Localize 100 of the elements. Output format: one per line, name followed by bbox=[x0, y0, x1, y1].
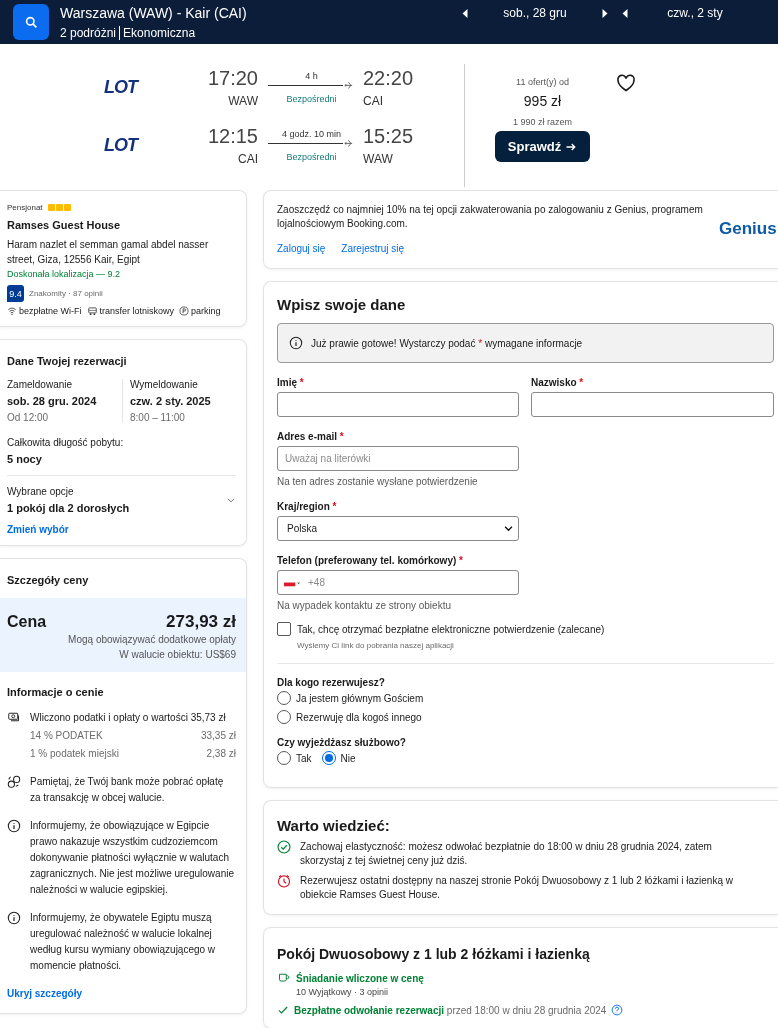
feature-text: Bezpłatne odwołanie rezerwacji przed 18:00 w dniu 28 grudnia 2024 bbox=[294, 1004, 607, 1016]
name-field[interactable] bbox=[531, 392, 774, 417]
section-title: Warto wiedzieć: bbox=[277, 817, 391, 834]
field-label: Imię * bbox=[277, 377, 305, 388]
genius-promo-text: Zaoszczędź co najmniej 10% na tej opcji zakwaterowania po zalogowaniu z Genius, programem lojalnościowym Booking.com. bbox=[277, 203, 704, 231]
question-label: Czy wyjeżdżasz służbowo? bbox=[277, 737, 407, 748]
airline-logo: LOT bbox=[104, 134, 140, 156]
location-rating: Doskonała lokalizacja — 9.2 bbox=[7, 269, 122, 279]
airport-code: CAI bbox=[363, 93, 384, 108]
parking-icon bbox=[179, 306, 190, 316]
help-icon bbox=[611, 1004, 624, 1016]
radio-option[interactable]: Nie bbox=[321, 751, 356, 765]
currency-exchange-icon bbox=[7, 775, 21, 789]
field-label: Adres e-mail * bbox=[277, 431, 345, 442]
amenity-label: bezpłatne Wi-Fi bbox=[19, 306, 82, 316]
field-label: Telefon (preferowany tel. komórkowy) * bbox=[277, 555, 464, 566]
price-label: Cena bbox=[7, 613, 47, 631]
stay-time: 8:00 – 11:00 bbox=[130, 412, 186, 423]
checkbox[interactable] bbox=[277, 622, 291, 636]
radio-option[interactable]: Rezerwuję dla kogoś innego bbox=[277, 710, 778, 724]
section-title: Dane Twojej rezerwacji bbox=[7, 355, 128, 367]
price-info-text: Pamiętaj, że Twój bank może pobrać opłatę za transakcję w obcej walucie. bbox=[30, 775, 225, 805]
review-score: 9.4 bbox=[7, 285, 24, 302]
question-label: Dla kogo rezerwujesz? bbox=[277, 677, 386, 688]
register-link[interactable]: Zarejestruj się bbox=[341, 243, 405, 254]
tax-label: 1 % podatek miejski bbox=[30, 747, 119, 761]
tax-label: 14 % PODATEK bbox=[30, 729, 103, 743]
field-hint: Na wypadek kontaktu ze strony obiektu bbox=[277, 600, 452, 611]
flight-duration: 4 godz. 10 min bbox=[281, 128, 341, 139]
change-selection-link[interactable]: Zmień wybór bbox=[7, 524, 69, 535]
airport-code: WAW bbox=[363, 151, 394, 166]
info-icon bbox=[289, 336, 303, 350]
search-icon bbox=[24, 15, 38, 29]
search-button[interactable] bbox=[13, 4, 49, 40]
name-field[interactable] bbox=[277, 392, 519, 417]
feature-rating: 10 Wyjątkowy · 3 opinii bbox=[296, 987, 389, 997]
total-price: 1 990 zł razem bbox=[513, 117, 572, 127]
info-icon bbox=[7, 819, 21, 833]
plane-icon bbox=[343, 80, 355, 91]
date-label: Wymeldowanie bbox=[130, 379, 199, 390]
field-label: Nazwisko * bbox=[531, 377, 585, 388]
amenity-label: parking bbox=[191, 306, 221, 316]
radio-option[interactable]: Tak bbox=[277, 751, 312, 765]
tax-amount: 2,38 zł bbox=[206, 747, 236, 761]
date-label: sob., 28 gru bbox=[502, 6, 568, 20]
notice-text: Rezerwujesz ostatni dostępny na naszej stronie Pokój Dwuosobowy z 1 lub 2 łóżkami i łazienką w obiekcie Ramses Guest House. bbox=[300, 874, 734, 902]
check-circle-icon bbox=[277, 840, 291, 854]
offers-count: 11 ofert(y) od bbox=[516, 77, 569, 87]
info-icon bbox=[7, 911, 21, 925]
selected-options: 1 pokój dla 2 dorosłych bbox=[7, 502, 130, 514]
cabin-label: Ekonomiczna bbox=[119, 25, 196, 40]
stops-label: Bezpośredni bbox=[286, 151, 337, 162]
email-field[interactable]: Uważaj na literówki bbox=[277, 446, 519, 471]
tax-amount: 33,35 zł bbox=[200, 729, 236, 743]
notice-text: Już prawie gotowe! Wystarczy podać * wymagane informacje bbox=[311, 337, 583, 349]
hide-details-link[interactable]: Ukryj szczegóły bbox=[7, 988, 83, 999]
shuttle-bus-icon bbox=[86, 306, 98, 316]
price-info-text: Wliczono podatki i opłaty o wartości 35,73 zł bbox=[30, 711, 227, 725]
arrival-time: 15:25 bbox=[363, 124, 415, 148]
airline-logo: LOT bbox=[104, 76, 140, 98]
favorite-button[interactable] bbox=[616, 74, 636, 92]
route-title: Warszawa (WAW) - Kair (CAI) bbox=[60, 4, 248, 21]
caret-left-icon bbox=[462, 8, 468, 18]
flight-duration: 4 h bbox=[305, 70, 318, 81]
price-info-text: Informujemy, że obowiązujące w Egipcie prawo nakazuje wszystkim cudzoziemcom dokonywanie płatności wyłącznie w walutach zagranicznych. Nie jest możliwe uregulowanie należności w walucie egipskiej. bbox=[30, 819, 235, 897]
price-info-text: Informujemy, że obywatele Egiptu muszą uregulować należność w walucie lokalnej według kursu wymiany obowiązującego w momencie płatności. bbox=[30, 911, 217, 973]
section-title: Szczegóły ceny bbox=[7, 574, 90, 586]
date-label: czw., 2 sty bbox=[666, 6, 724, 20]
notice-text: Zachowaj elastyczność: możesz odwołać bezpłatnie do 18:00 w dniu 28 grudnia 2024, zatem skorzystaj z tej świetnej ceny już dziś. bbox=[300, 840, 713, 868]
price-note: W walucie obiektu: US$69 bbox=[118, 648, 236, 662]
wifi-icon bbox=[7, 306, 17, 316]
clock-icon bbox=[277, 874, 291, 888]
country-select[interactable]: Polska bbox=[277, 516, 519, 541]
caret-right-icon bbox=[602, 8, 608, 18]
genius-logo: Genius bbox=[719, 218, 777, 239]
hotel-name: Ramses Guest House bbox=[7, 219, 122, 231]
check-button[interactable]: Sprawdź bbox=[494, 131, 591, 162]
checkbox-hint: Wyślemy Ci link do pobrania naszej aplikacji bbox=[297, 641, 455, 650]
caret-left-icon bbox=[622, 8, 628, 18]
review-summary: Znakomity · 87 opinii bbox=[29, 289, 103, 298]
departure-time: 12:15 bbox=[207, 124, 258, 148]
amenity-label: transfer lotniskowy bbox=[99, 306, 175, 316]
field-label: Kraj/region * bbox=[277, 501, 338, 512]
phone-field[interactable]: +48 bbox=[277, 570, 519, 595]
radio-option[interactable]: Ja jestem głównym Gościem bbox=[277, 691, 778, 705]
stay-date: sob. 28 gru. 2024 bbox=[7, 395, 98, 407]
check-icon bbox=[277, 1004, 289, 1016]
checkbox-label: Tak, chcę otrzymać bezpłatne elektroniczne potwierdzenie (zalecane) bbox=[297, 624, 605, 635]
arrival-time: 22:20 bbox=[363, 66, 415, 90]
coffee-cup-icon bbox=[277, 972, 291, 984]
field-hint: Na ten adres zostanie wysłane potwierdzenie bbox=[277, 476, 479, 487]
price-amount: 273,93 zł bbox=[166, 612, 236, 632]
stay-date: czw. 2 sty. 2025 bbox=[130, 395, 212, 407]
form-title: Wpisz swoje dane bbox=[277, 296, 407, 313]
banknote-icon bbox=[7, 711, 21, 723]
property-type: Pensjonat bbox=[7, 203, 43, 212]
options-label: Wybrane opcje bbox=[7, 486, 75, 497]
flight-price: 995 zł bbox=[523, 93, 562, 109]
section-title: Informacje o cenie bbox=[7, 686, 105, 698]
login-link[interactable]: Zaloguj się bbox=[277, 243, 326, 254]
